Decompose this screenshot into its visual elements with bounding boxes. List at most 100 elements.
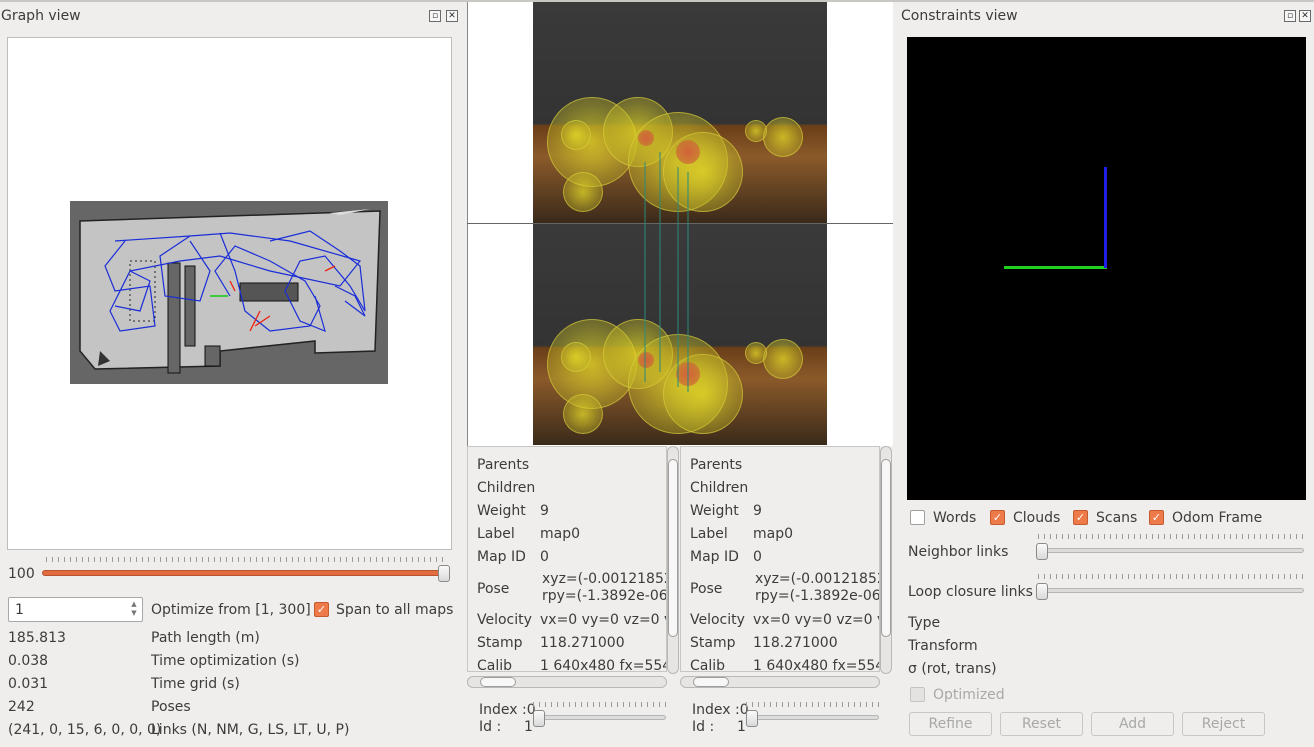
scans-label: Scans xyxy=(1096,510,1138,526)
path-length-label: Path length (m) xyxy=(151,630,260,646)
id-left-value: 1 xyxy=(524,719,533,735)
slider-track xyxy=(746,715,879,720)
spin-arrows[interactable]: ▲ ▼ xyxy=(128,600,140,619)
slider-ticks xyxy=(46,557,446,562)
constraints-3d-canvas[interactable] xyxy=(907,37,1306,500)
pose-row: Pose xyxy=(690,581,723,597)
time-grid-label: Time grid (s) xyxy=(151,676,240,692)
words-checkbox[interactable] xyxy=(910,510,925,525)
optimized-label: Optimized xyxy=(933,687,1005,703)
index-left-label: Index :0 xyxy=(479,702,536,718)
axis-x-green xyxy=(1004,266,1107,269)
label-row: Label map0 xyxy=(690,526,794,542)
slider-ticks xyxy=(746,702,879,707)
span-to-all-maps-label: Span to all maps xyxy=(336,602,454,618)
calib-value: 1 640x480 fx=554 xyxy=(540,658,667,672)
label-value: map0 xyxy=(753,526,794,542)
velocity-value: vx=0 vy=0 vz=0 vr xyxy=(753,612,880,628)
span-to-all-maps-checkbox[interactable]: ✓ xyxy=(314,602,329,617)
poses-value: 242 xyxy=(8,699,35,715)
optimize-from-spinbox[interactable]: 1 ▲ ▼ xyxy=(8,597,143,622)
refine-button[interactable]: Refine xyxy=(909,712,992,736)
neighbor-links-slider[interactable] xyxy=(1036,534,1304,564)
correspondence-lines xyxy=(644,152,689,392)
children-row: Children xyxy=(690,480,749,496)
time-optimization-value: 0.038 xyxy=(8,653,49,669)
mapid-value: 0 xyxy=(753,549,762,565)
slider-handle[interactable] xyxy=(1036,543,1048,560)
reject-button[interactable]: Reject xyxy=(1182,712,1265,736)
node-info-left-vscroll[interactable] xyxy=(667,446,679,674)
graph-view-title: Graph view xyxy=(1,8,81,24)
slider-track xyxy=(1036,548,1304,553)
optimize-from-label: Optimize from [1, 300] xyxy=(151,602,311,618)
velocity-row: Velocity vx=0 vy=0 vz=0 vr xyxy=(477,612,666,628)
poses-label: Poses xyxy=(151,699,191,715)
pose-xyz: xyz=(-0.00121852, xyxy=(542,571,667,587)
id-left-label: Id : xyxy=(479,719,502,735)
links-label: Links (N, NM, G, LS, LT, U, P) xyxy=(151,722,350,738)
index-left-slider[interactable] xyxy=(533,700,666,730)
index-right-slider[interactable] xyxy=(746,700,879,730)
scroll-thumb[interactable] xyxy=(480,677,516,687)
slider-handle[interactable] xyxy=(533,710,545,727)
node-info-right: Parents Children Weight 9 Label map0 Map I… xyxy=(680,446,880,672)
pose-xyz: xyz=(-0.00121852, xyxy=(755,571,880,587)
stamp-value: 118.271000 xyxy=(540,635,625,651)
graph-canvas[interactable] xyxy=(7,37,452,550)
pose-row: Pose xyxy=(477,581,510,597)
time-grid-value: 0.031 xyxy=(8,676,49,692)
words-label: Words xyxy=(933,510,977,526)
id-right-label: Id : xyxy=(692,719,715,735)
node-info-left-hscroll[interactable] xyxy=(467,676,667,688)
weight-row: Weight 9 xyxy=(690,503,762,519)
mapid-row: Map ID 0 xyxy=(690,549,762,565)
slider-handle[interactable] xyxy=(1036,583,1048,600)
weight-value: 9 xyxy=(753,503,762,519)
id-right-value: 1 xyxy=(737,719,746,735)
weight-row: Weight 9 xyxy=(477,503,549,519)
close-icon[interactable]: ✕ xyxy=(1299,10,1311,22)
links-value: (241, 0, 15, 6, 0, 0, 0) xyxy=(8,722,162,738)
clouds-label: Clouds xyxy=(1013,510,1061,526)
slider-ticks xyxy=(533,702,666,707)
pose-rpy: rpy=(-1.3892e-06, xyxy=(542,588,667,604)
slider-value: 100 xyxy=(8,566,35,582)
label-row: Label map0 xyxy=(477,526,581,542)
loop-closure-links-slider[interactable] xyxy=(1036,574,1304,604)
slider-handle[interactable] xyxy=(438,565,450,582)
axis-z-blue xyxy=(1104,167,1107,268)
float-icon[interactable]: ▫ xyxy=(429,10,441,22)
label-value: map0 xyxy=(540,526,581,542)
optimized-checkbox[interactable] xyxy=(910,687,925,702)
scroll-thumb[interactable] xyxy=(668,459,678,637)
parents-row: Parents xyxy=(477,457,530,473)
clouds-checkbox[interactable]: ✓ xyxy=(990,510,1005,525)
calib-value: 1 640x480 fx=554 xyxy=(753,658,880,672)
node-info-right-hscroll[interactable] xyxy=(680,676,880,688)
children-row: Children xyxy=(477,480,536,496)
transform-label: Transform xyxy=(908,638,978,654)
velocity-row: Velocity vx=0 vy=0 vz=0 vr xyxy=(690,612,879,628)
loop-closure-links-label: Loop closure links xyxy=(908,584,1033,600)
close-icon[interactable]: ✕ xyxy=(446,10,458,22)
graph-slider[interactable] xyxy=(42,556,450,586)
slider-ticks xyxy=(1038,574,1304,579)
slider-handle[interactable] xyxy=(746,710,758,727)
reset-button[interactable]: Reset xyxy=(1000,712,1083,736)
calib-row: Calib 1 640x480 fx=554 xyxy=(477,658,666,671)
velocity-value: vx=0 vy=0 vz=0 vr xyxy=(540,612,667,628)
odom-frame-label: Odom Frame xyxy=(1172,510,1263,526)
add-button[interactable]: Add xyxy=(1091,712,1174,736)
weight-value: 9 xyxy=(540,503,549,519)
slider-track xyxy=(533,715,666,720)
float-icon[interactable]: ▫ xyxy=(1284,10,1296,22)
stamp-row: Stamp 118.271000 xyxy=(690,635,838,651)
slider-track xyxy=(1036,588,1304,593)
scans-checkbox[interactable]: ✓ xyxy=(1073,510,1088,525)
odom-frame-checkbox[interactable]: ✓ xyxy=(1149,510,1164,525)
mapid-row: Map ID 0 xyxy=(477,549,549,565)
node-info-right-vscroll[interactable] xyxy=(880,446,892,674)
scroll-thumb[interactable] xyxy=(881,459,891,637)
scroll-thumb[interactable] xyxy=(693,677,729,687)
